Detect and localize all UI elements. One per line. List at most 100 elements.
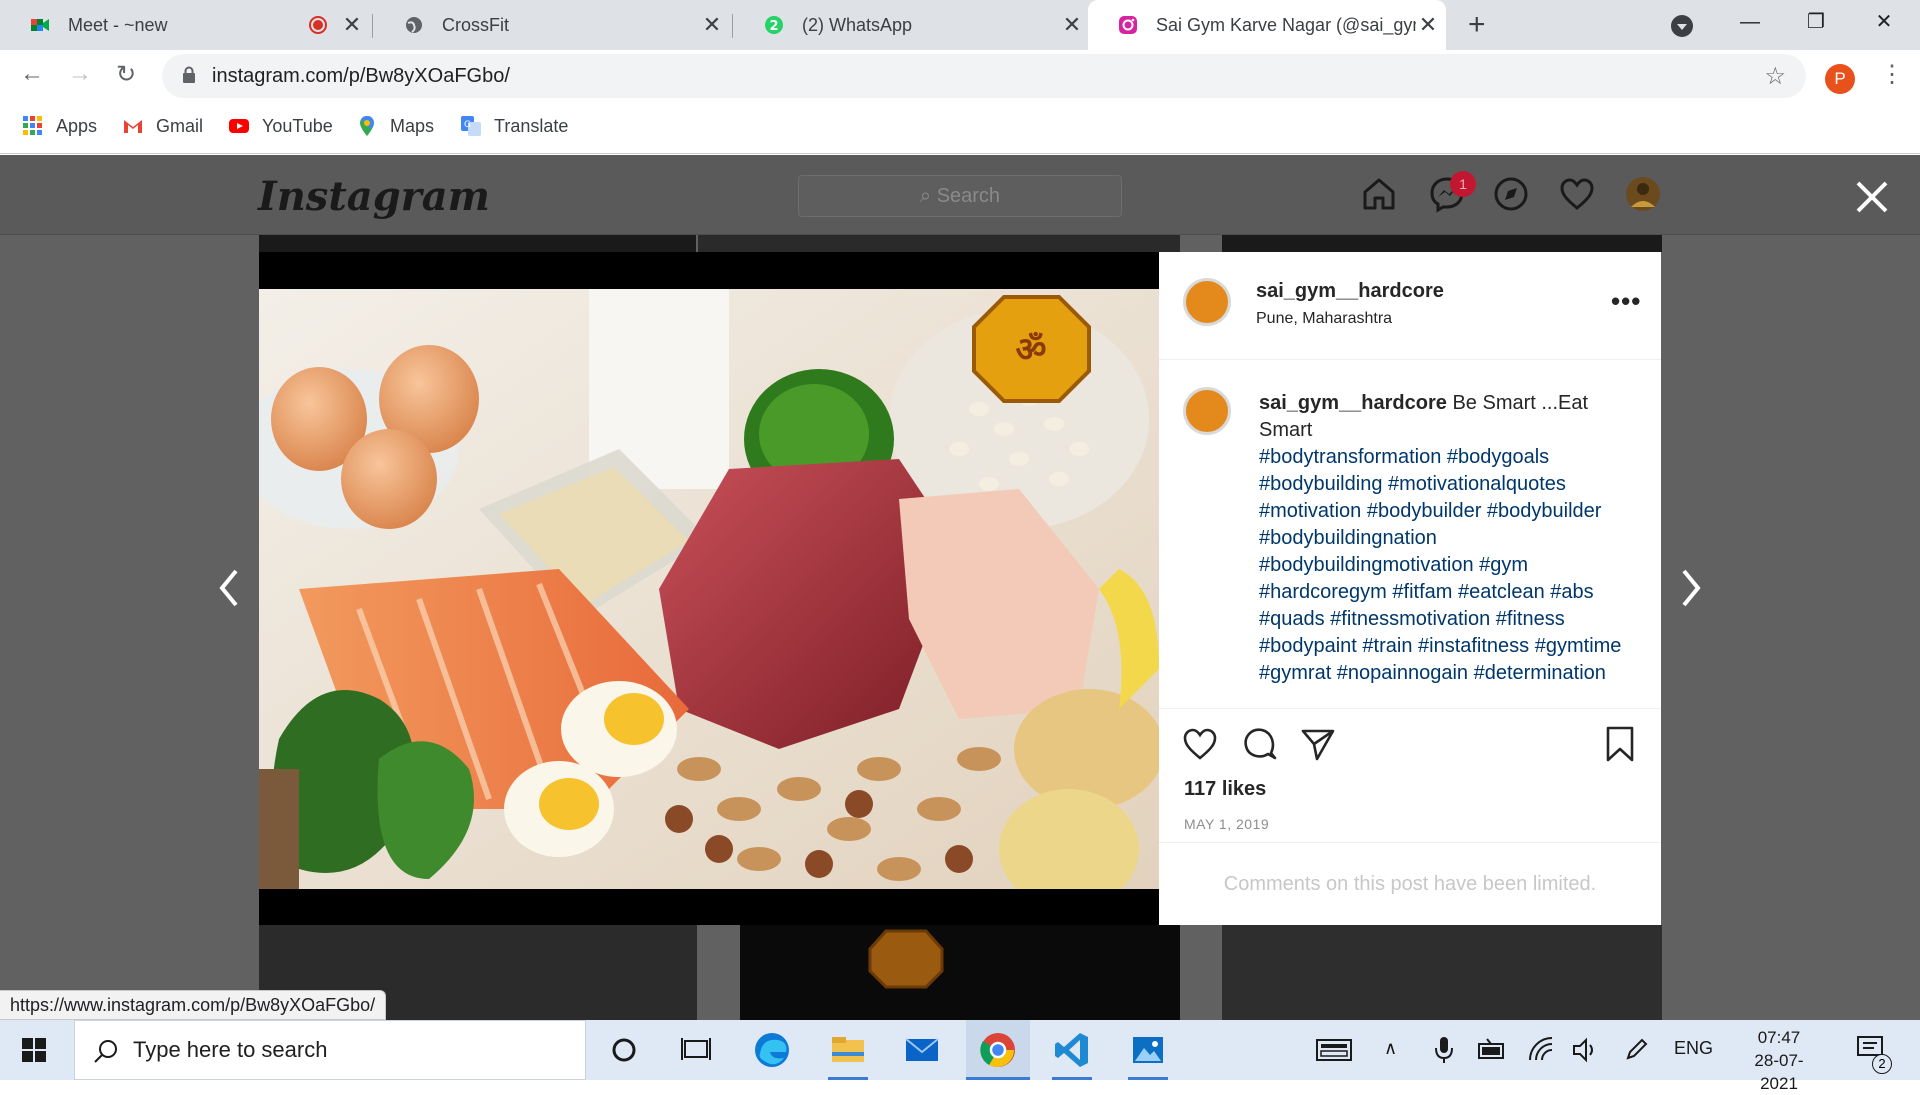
grid-tile[interactable]	[1222, 925, 1662, 1020]
food-photo-image: ॐ	[259, 289, 1159, 889]
reload-icon[interactable]: ↻	[116, 60, 136, 89]
caption-avatar[interactable]	[1183, 387, 1231, 435]
photos-icon[interactable]	[1126, 1028, 1170, 1072]
post-letterbox	[259, 889, 1159, 925]
close-tab-icon[interactable]: ✕	[1060, 12, 1084, 38]
taskbar-clock[interactable]: 07:47 28-07-2021	[1744, 1026, 1814, 1095]
clock-time: 07:47	[1757, 1028, 1801, 1047]
chrome-taskbar-active[interactable]	[966, 1020, 1030, 1080]
instagram-page: Instagram ⌕ Search 1 ॐ sai_gym__hardcore…	[0, 155, 1920, 1020]
tab-whatsapp[interactable]: 2 (2) WhatsApp ✕	[734, 0, 1090, 50]
grid-tile[interactable]	[259, 235, 696, 252]
search-input[interactable]: ⌕ Search	[798, 175, 1122, 217]
notification-count: 2	[1872, 1054, 1892, 1074]
grid-tile[interactable]	[740, 925, 1180, 1020]
cortana-icon[interactable]	[602, 1028, 646, 1072]
home-icon[interactable]	[1360, 175, 1398, 213]
bookmark-apps[interactable]: Apps	[22, 112, 97, 140]
edge-browser-icon[interactable]	[750, 1028, 794, 1072]
battery-icon[interactable]	[1478, 1038, 1506, 1062]
new-tab-icon[interactable]: +	[1468, 8, 1486, 42]
taskbar: Type here to search ∧ ENG 07:47 28-07-20…	[0, 1020, 1920, 1093]
taskbar-search-placeholder: Type here to search	[133, 1037, 328, 1062]
post-letterbox	[259, 252, 1159, 289]
instagram-logo[interactable]: Instagram	[258, 173, 490, 220]
share-icon[interactable]	[1299, 725, 1337, 763]
post-header: sai_gym__hardcore Pune, Maharashtra •••	[1159, 252, 1661, 360]
back-icon[interactable]: ←	[20, 60, 44, 88]
close-tab-icon[interactable]: ✕	[340, 12, 364, 38]
author-avatar[interactable]	[1183, 278, 1231, 326]
address-bar[interactable]: instagram.com/p/Bw8yXOaFGbo/ ☆	[162, 54, 1806, 98]
profile-avatar-icon[interactable]	[1624, 175, 1662, 213]
likes-count[interactable]: 117 likes	[1184, 778, 1266, 801]
taskbar-search-input[interactable]: Type here to search	[74, 1020, 586, 1080]
tab-search-icon[interactable]	[1670, 14, 1694, 38]
recording-icon	[309, 16, 327, 34]
post-date[interactable]: MAY 1, 2019	[1184, 816, 1269, 832]
bookmark-translate[interactable]: G Translate	[460, 112, 568, 140]
save-icon[interactable]	[1601, 725, 1639, 763]
globe-icon	[406, 17, 422, 33]
forward-icon[interactable]: →	[68, 60, 92, 88]
svg-text:ॐ: ॐ	[1015, 330, 1046, 370]
instagram-header: Instagram ⌕ Search 1	[0, 155, 1920, 235]
grid-tile[interactable]	[698, 235, 1180, 252]
bookmark-gmail[interactable]: Gmail	[122, 112, 203, 140]
restore-icon[interactable]: ❐	[1786, 0, 1846, 44]
profile-avatar[interactable]: P	[1825, 64, 1855, 94]
volume-icon[interactable]	[1572, 1037, 1598, 1063]
bookmark-youtube[interactable]: YouTube	[228, 112, 333, 140]
maps-icon	[360, 116, 374, 136]
task-view-icon[interactable]	[674, 1028, 718, 1072]
bookmark-label: Maps	[390, 115, 435, 136]
search-icon	[94, 1040, 117, 1063]
caption-username[interactable]: sai_gym__hardcore	[1259, 392, 1447, 414]
mail-icon[interactable]	[900, 1028, 944, 1072]
close-window-icon[interactable]: ✕	[1854, 0, 1914, 44]
comment-icon[interactable]	[1241, 725, 1279, 763]
tab-crossfit[interactable]: CrossFit ✕	[374, 0, 730, 50]
grid-tile[interactable]	[1222, 235, 1662, 252]
tab-instagram[interactable]: Sai Gym Karve Nagar (@sai_gym_ ✕	[1088, 0, 1446, 50]
close-tab-icon[interactable]: ✕	[700, 12, 724, 38]
file-explorer-icon[interactable]	[826, 1028, 870, 1072]
heart-icon[interactable]	[1558, 175, 1596, 213]
keyboard-icon[interactable]	[1316, 1038, 1352, 1062]
bookmark-label: Apps	[56, 115, 98, 136]
url-text: instagram.com/p/Bw8yXOaFGbo/	[212, 65, 510, 87]
microphone-icon[interactable]	[1434, 1036, 1454, 1064]
bookmark-maps[interactable]: Maps	[356, 112, 434, 140]
more-options-icon[interactable]: •••	[1611, 286, 1641, 317]
minimize-icon[interactable]: —	[1720, 0, 1780, 44]
chrome-icon	[980, 1033, 1015, 1067]
close-modal-icon[interactable]	[1852, 177, 1892, 217]
like-icon[interactable]	[1181, 725, 1219, 763]
post-side-panel: sai_gym__hardcore Pune, Maharashtra ••• …	[1159, 252, 1661, 925]
author-username[interactable]: sai_gym__hardcore	[1256, 280, 1444, 303]
svg-text:G: G	[464, 120, 471, 130]
post-location[interactable]: Pune, Maharashtra	[1256, 310, 1392, 328]
bookmark-label: Translate	[494, 115, 569, 136]
close-tab-icon[interactable]: ✕	[1416, 12, 1440, 38]
browser-menu-icon[interactable]: ⋮	[1880, 60, 1904, 89]
post-caption: sai_gym__hardcore Be Smart ...Eat Smart …	[1259, 390, 1629, 686]
explore-icon[interactable]	[1492, 175, 1530, 213]
vscode-icon[interactable]	[1050, 1028, 1094, 1072]
windows-start-icon[interactable]	[22, 1038, 46, 1062]
next-post-icon[interactable]	[1676, 563, 1706, 613]
tab-title: (2) WhatsApp	[802, 14, 913, 35]
translate-icon: G	[461, 116, 481, 136]
tab-meet[interactable]: Meet - ~new ✕	[0, 0, 370, 50]
previous-post-icon[interactable]	[214, 563, 244, 613]
caption-hashtags[interactable]: #bodytransformation #bodygoals #bodybuil…	[1259, 446, 1621, 686]
status-bar-url: https://www.instagram.com/p/Bw8yXOaFGbo/	[0, 990, 387, 1020]
bookmark-star-icon[interactable]: ☆	[1764, 62, 1786, 91]
language-indicator[interactable]: ENG	[1674, 1038, 1713, 1059]
tab-bar: Meet - ~new ✕ CrossFit ✕ 2 (2) WhatsApp …	[0, 0, 1920, 50]
tab-title: Sai Gym Karve Nagar (@sai_gym_	[1156, 14, 1416, 35]
pen-icon[interactable]	[1624, 1036, 1650, 1062]
wifi-icon[interactable]	[1528, 1036, 1554, 1062]
show-hidden-icons-icon[interactable]: ∧	[1384, 1038, 1397, 1059]
post-image[interactable]: ॐ	[259, 289, 1159, 889]
